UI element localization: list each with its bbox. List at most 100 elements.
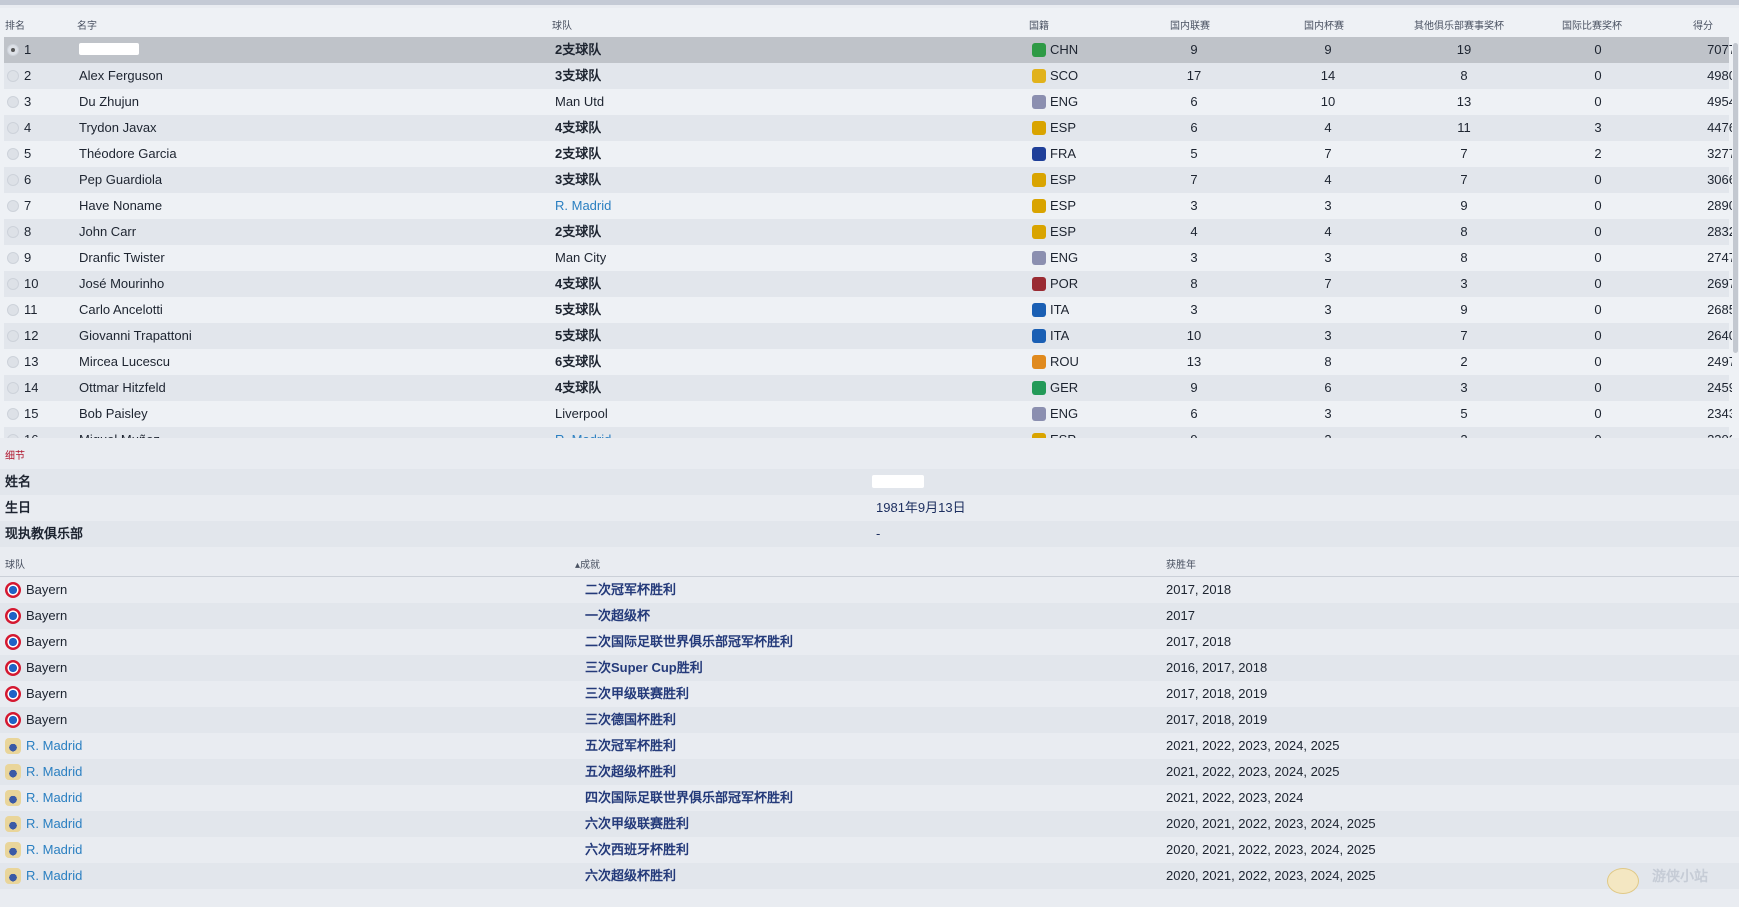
table-row[interactable]: 3 Du Zhujun Man Utd ENG 6 10 13 0 4954 <box>4 89 1732 115</box>
manager-name[interactable]: Alex Ferguson <box>79 63 163 89</box>
table-row[interactable]: 1 2支球队 CHN 9 9 19 0 7077 <box>4 37 1732 63</box>
trophy-row[interactable]: R. Madrid 五次超级杯胜利 2021, 2022, 2023, 2024, … <box>0 759 1739 785</box>
trophy-achievement[interactable]: 三次Super Cup胜利 <box>585 655 703 681</box>
manager-name[interactable]: Théodore Garcia <box>79 141 177 167</box>
manager-name[interactable]: Mircea Lucescu <box>79 349 170 375</box>
row-select-radio[interactable] <box>7 278 19 290</box>
table-row[interactable]: 12 Giovanni Trapattoni 5支球队 ITA 10 3 7 0 2640 <box>4 323 1732 349</box>
manager-name[interactable]: John Carr <box>79 219 136 245</box>
column-header-cup[interactable]: 国内杯赛 <box>1304 16 1344 38</box>
manager-name[interactable]: Trydon Javax <box>79 115 157 141</box>
trophy-team[interactable]: R. Madrid <box>26 733 82 759</box>
row-select-radio[interactable] <box>7 434 19 438</box>
trophy-achievement[interactable]: 三次甲级联赛胜利 <box>585 681 689 707</box>
trophy-row[interactable]: Bayern 一次超级杯 2017 <box>0 603 1739 629</box>
trophy-achievement[interactable]: 二次国际足联世界俱乐部冠军杯胜利 <box>585 629 793 655</box>
trophy-team[interactable]: R. Madrid <box>26 863 82 889</box>
table-row[interactable]: 16 Miguel Muñoz R. Madrid ESP 9 2 2 0 2302 <box>4 427 1732 438</box>
nation-code[interactable]: POR <box>1050 271 1078 297</box>
trophy-team[interactable]: R. Madrid <box>26 811 82 837</box>
table-row[interactable]: 9 Dranfic Twister Man City ENG 3 3 8 0 2747 <box>4 245 1732 271</box>
table-row[interactable]: 6 Pep Guardiola 3支球队 ESP 7 4 7 0 3066 <box>4 167 1732 193</box>
nation-code[interactable]: ENG <box>1050 245 1078 271</box>
row-select-radio[interactable] <box>7 330 19 342</box>
row-select-radio[interactable] <box>7 200 19 212</box>
trophy-row[interactable]: Bayern 三次Super Cup胜利 2016, 2017, 2018 <box>0 655 1739 681</box>
manager-name[interactable]: Carlo Ancelotti <box>79 297 163 323</box>
trophy-team[interactable]: R. Madrid <box>26 837 82 863</box>
row-select-radio[interactable] <box>7 148 19 160</box>
manager-name[interactable]: Du Zhujun <box>79 89 139 115</box>
nation-code[interactable]: ESP <box>1050 193 1076 219</box>
row-select-radio[interactable] <box>7 96 19 108</box>
column-header-team[interactable]: 球队 <box>552 16 572 38</box>
nation-code[interactable]: FRA <box>1050 141 1076 167</box>
manager-name[interactable]: Pep Guardiola <box>79 167 162 193</box>
row-select-radio[interactable] <box>7 174 19 186</box>
table-row[interactable]: 11 Carlo Ancelotti 5支球队 ITA 3 3 9 0 2685 <box>4 297 1732 323</box>
row-select-radio[interactable] <box>7 70 19 82</box>
column-header-intl[interactable]: 国际比赛奖杯 <box>1562 16 1622 38</box>
column-header-score[interactable]: 得分 <box>1693 16 1713 38</box>
trophy-achievement[interactable]: 六次超级杯胜利 <box>585 863 676 889</box>
trophy-header-achievement[interactable]: ▴成就 <box>575 556 600 576</box>
trophy-team[interactable]: R. Madrid <box>26 759 82 785</box>
trophy-row[interactable]: R. Madrid 四次国际足联世界俱乐部冠军杯胜利 2021, 2022, 202… <box>0 785 1739 811</box>
nation-code[interactable]: SCO <box>1050 63 1078 89</box>
row-select-radio[interactable] <box>7 356 19 368</box>
row-select-radio[interactable] <box>7 122 19 134</box>
trophy-row[interactable]: Bayern 二次国际足联世界俱乐部冠军杯胜利 2017, 2018 <box>0 629 1739 655</box>
column-header-league[interactable]: 国内联赛 <box>1170 16 1210 38</box>
trophy-achievement[interactable]: 六次西班牙杯胜利 <box>585 837 689 863</box>
column-header-nation[interactable]: 国籍 <box>1029 16 1049 38</box>
table-row[interactable]: 13 Mircea Lucescu 6支球队 ROU 13 8 2 0 2497 <box>4 349 1732 375</box>
column-header-rank[interactable]: 排名 <box>5 16 25 38</box>
manager-name[interactable]: Dranfic Twister <box>79 245 165 271</box>
nation-code[interactable]: ESP <box>1050 167 1076 193</box>
manager-name[interactable]: José Mourinho <box>79 271 164 297</box>
trophy-row[interactable]: R. Madrid 五次冠军杯胜利 2021, 2022, 2023, 2024, … <box>0 733 1739 759</box>
nation-code[interactable]: GER <box>1050 375 1078 401</box>
trophy-team[interactable]: R. Madrid <box>26 785 82 811</box>
nation-code[interactable]: ESP <box>1050 219 1076 245</box>
column-header-name[interactable]: 名字 <box>77 16 97 38</box>
table-row[interactable]: 8 John Carr 2支球队 ESP 4 4 8 0 2832 <box>4 219 1732 245</box>
team-cell[interactable]: R. Madrid <box>555 193 611 219</box>
manager-name[interactable]: Giovanni Trapattoni <box>79 323 192 349</box>
team-cell[interactable]: R. Madrid <box>555 427 611 438</box>
trophy-row[interactable]: R. Madrid 六次西班牙杯胜利 2020, 2021, 2022, 2023,… <box>0 837 1739 863</box>
trophy-achievement[interactable]: 一次超级杯 <box>585 603 650 629</box>
trophy-row[interactable]: Bayern 三次甲级联赛胜利 2017, 2018, 2019 <box>0 681 1739 707</box>
trophy-achievement[interactable]: 五次冠军杯胜利 <box>585 733 676 759</box>
row-select-radio[interactable] <box>7 304 19 316</box>
trophy-row[interactable]: Bayern 三次德国杯胜利 2017, 2018, 2019 <box>0 707 1739 733</box>
trophy-row[interactable]: R. Madrid 六次超级杯胜利 2020, 2021, 2022, 2023, … <box>0 863 1739 889</box>
trophy-achievement[interactable]: 六次甲级联赛胜利 <box>585 811 689 837</box>
trophy-row[interactable]: Bayern 二次冠军杯胜利 2017, 2018 <box>0 577 1739 603</box>
trophy-achievement[interactable]: 五次超级杯胜利 <box>585 759 676 785</box>
row-select-radio[interactable] <box>7 226 19 238</box>
column-header-other[interactable]: 其他俱乐部赛事奖杯 <box>1414 16 1504 38</box>
trophy-header-team[interactable]: 球队 <box>5 556 25 576</box>
table-row[interactable]: 15 Bob Paisley Liverpool ENG 6 3 5 0 2343 <box>4 401 1732 427</box>
row-select-radio[interactable] <box>7 382 19 394</box>
nation-code[interactable]: ITA <box>1050 323 1069 349</box>
nation-code[interactable]: ESP <box>1050 427 1076 438</box>
manager-name[interactable]: Bob Paisley <box>79 401 148 427</box>
trophy-row[interactable]: R. Madrid 六次甲级联赛胜利 2020, 2021, 2022, 2023,… <box>0 811 1739 837</box>
table-row[interactable]: 7 Have Noname R. Madrid ESP 3 3 9 0 2890 <box>4 193 1732 219</box>
manager-name[interactable]: Miguel Muñoz <box>79 427 160 438</box>
table-row[interactable]: 2 Alex Ferguson 3支球队 SCO 17 14 8 0 4980 <box>4 63 1732 89</box>
table-row[interactable]: 10 José Mourinho 4支球队 POR 8 7 3 0 2697 <box>4 271 1732 297</box>
table-row[interactable]: 5 Théodore Garcia 2支球队 FRA 5 7 7 2 3277 <box>4 141 1732 167</box>
row-select-radio[interactable] <box>7 408 19 420</box>
trophy-header-years[interactable]: 获胜年 <box>1166 556 1196 576</box>
row-select-radio[interactable] <box>7 44 19 56</box>
trophy-achievement[interactable]: 四次国际足联世界俱乐部冠军杯胜利 <box>585 785 793 811</box>
nation-code[interactable]: ENG <box>1050 401 1078 427</box>
nation-code[interactable]: ESP <box>1050 115 1076 141</box>
nation-code[interactable]: ENG <box>1050 89 1078 115</box>
row-select-radio[interactable] <box>7 252 19 264</box>
trophy-achievement[interactable]: 二次冠军杯胜利 <box>585 577 676 603</box>
table-row[interactable]: 4 Trydon Javax 4支球队 ESP 6 4 11 3 4476 <box>4 115 1732 141</box>
